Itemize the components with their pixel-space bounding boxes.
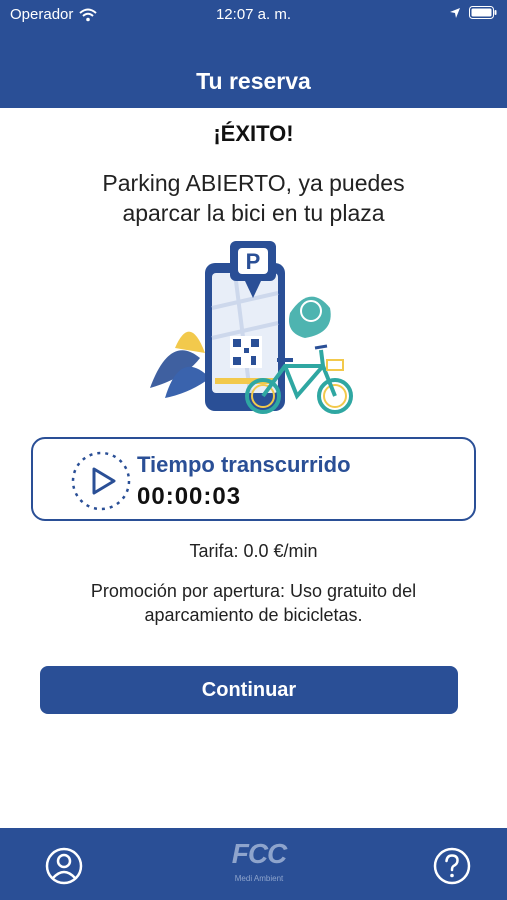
- user-icon[interactable]: [44, 846, 84, 886]
- parking-illustration: P: [150, 241, 353, 414]
- help-icon[interactable]: [432, 846, 472, 886]
- header-bar: Operador 12:07 a. m. Tu reserva: [0, 0, 507, 108]
- promotion-line-1: Promoción por apertura: Uso gratuito del: [90, 581, 417, 601]
- tab-bar: FCC Medi Ambient: [0, 828, 507, 900]
- success-heading: ¡ÉXITO!: [213, 121, 294, 146]
- battery-icon: [469, 6, 497, 19]
- fcc-logo: FCC Medi Ambient: [218, 834, 300, 894]
- continue-button[interactable]: Continuar: [40, 666, 458, 714]
- page-title: Tu reserva: [196, 68, 311, 94]
- logo-mark: FCC: [231, 838, 288, 869]
- play-timer-icon: [71, 451, 131, 511]
- location-arrow-icon: [450, 7, 460, 18]
- status-bar: Operador 12:07 a. m.: [10, 6, 497, 24]
- status-time: 12:07 a. m.: [215, 6, 292, 23]
- status-right: [449, 6, 497, 19]
- svg-text:P: P: [246, 249, 261, 274]
- logo-subtext: Medi Ambient: [234, 874, 284, 883]
- elapsed-time-label: Tiempo transcurrido: [137, 452, 351, 477]
- status-message: Parking ABIERTO, ya puedes aparcar la bi…: [40, 168, 467, 228]
- elapsed-time-card: Tiempo transcurrido 00:00:03: [31, 437, 476, 521]
- message-line-2: aparcar la bici en tu plaza: [122, 200, 385, 226]
- promotion-line-2: aparcamiento de bicicletas.: [144, 605, 363, 625]
- elapsed-time-value: 00:00:03: [137, 483, 242, 510]
- tariff-text: Tarifa: 0.0 €/min: [189, 541, 318, 561]
- promotion-text: Promoción por apertura: Uso gratuito del…: [40, 579, 467, 627]
- message-line-1: Parking ABIERTO, ya puedes: [102, 170, 405, 196]
